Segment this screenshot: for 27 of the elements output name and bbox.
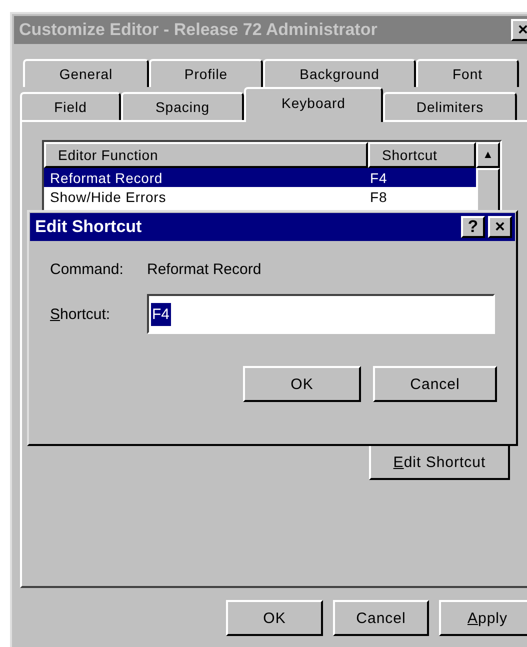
- tab[interactable]: Profile: [149, 59, 263, 87]
- shortcut-label: Shortcut:: [50, 306, 112, 322]
- window-title: Customize Editor - Release 72 Administrator: [19, 20, 378, 40]
- cancel-button[interactable]: Cancel: [373, 366, 497, 402]
- close-button[interactable]: ×: [488, 216, 512, 238]
- tab[interactable]: Spacing: [121, 92, 244, 120]
- help-button[interactable]: ?: [461, 216, 485, 238]
- ok-button[interactable]: OK: [226, 600, 323, 636]
- scroll-up-button[interactable]: ▲: [476, 142, 500, 168]
- tab[interactable]: Field: [20, 92, 121, 120]
- tab[interactable]: General: [23, 59, 149, 87]
- dialog-title: Edit Shortcut: [35, 217, 142, 237]
- ok-button[interactable]: OK: [243, 366, 361, 402]
- edit-shortcut-button[interactable]: Edit Shortcut: [369, 444, 510, 480]
- column-header[interactable]: Editor Function: [44, 142, 368, 168]
- tab[interactable]: Font: [416, 59, 519, 87]
- cancel-button[interactable]: Cancel: [333, 600, 429, 636]
- column-header[interactable]: Shortcut: [368, 142, 476, 168]
- shortcut-field[interactable]: F4: [147, 294, 495, 334]
- close-button[interactable]: ×: [511, 19, 527, 41]
- command-value: Reformat Record: [147, 261, 262, 278]
- tab[interactable]: Delimiters: [383, 92, 517, 120]
- apply-button[interactable]: Apply: [439, 600, 527, 636]
- list-row[interactable]: Reformat Record F4: [44, 168, 476, 187]
- tab[interactable]: Background: [263, 59, 416, 87]
- command-label: Command:: [50, 261, 124, 278]
- tab[interactable]: Keyboard: [244, 87, 383, 122]
